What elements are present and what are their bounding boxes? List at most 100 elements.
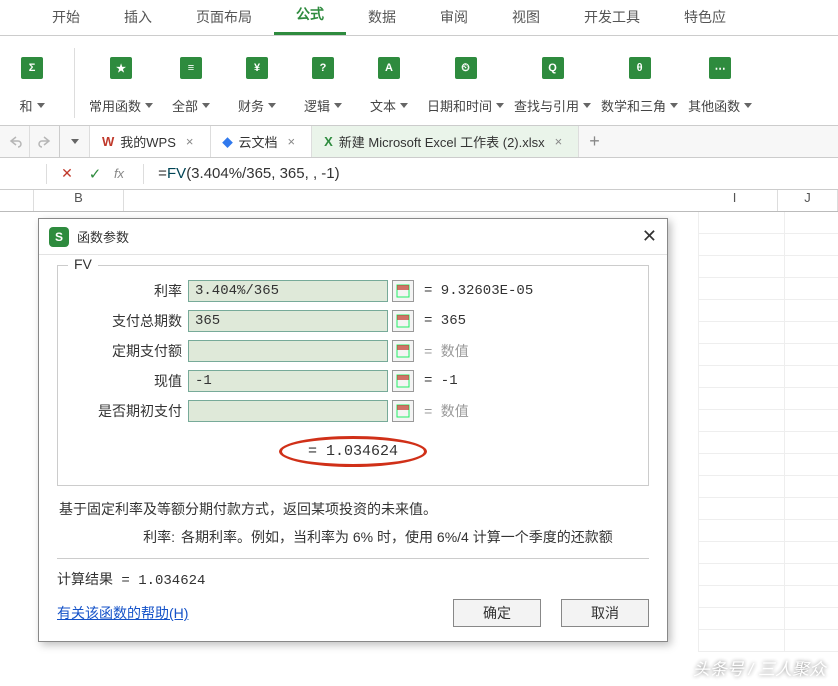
wps-logo-icon: S — [49, 227, 69, 247]
ribbon-icon: A — [378, 57, 400, 79]
chevron-down-icon — [496, 103, 504, 108]
chevron-down-icon — [71, 139, 79, 144]
ribbon-label: 和 — [19, 96, 32, 115]
ribbon-icon: ⏲ — [455, 57, 477, 79]
param-input[interactable] — [188, 340, 388, 362]
doc-tab-2[interactable]: X 新建 Microsoft Excel 工作表 (2).xlsx × — [312, 126, 579, 157]
tab-special[interactable]: 特色应 — [662, 0, 748, 35]
param-description: 利率: 各期利率。例如，当利率为 6% 时，使用 6%/4 计算一个季度的还款额 — [59, 526, 647, 550]
ribbon-icon: ⋯ — [709, 57, 731, 79]
tab-review[interactable]: 审阅 — [418, 0, 490, 35]
ribbon-tabs: 开始 插入 页面布局 公式 数据 审阅 视图 开发工具 特色应 — [0, 0, 838, 36]
ribbon-group-1[interactable]: ★ 常用函数 — [89, 46, 153, 119]
range-select-button[interactable] — [392, 400, 414, 422]
param-label: 是否期初支付 — [70, 401, 188, 421]
ribbon-icon: ? — [312, 57, 334, 79]
range-select-button[interactable] — [392, 370, 414, 392]
tab-insert[interactable]: 插入 — [102, 0, 174, 35]
param-row-0: 利率 3.404%/365 = 9.32603E-05 — [70, 276, 636, 306]
param-row-1: 支付总期数 365 = 365 — [70, 306, 636, 336]
accept-formula-button[interactable]: ✓ — [81, 165, 109, 183]
params-groupbox: FV 利率 3.404%/365 = 9.32603E-05 支付总期数 365… — [57, 265, 649, 486]
ribbon-label: 逻辑 — [304, 96, 330, 115]
col-B[interactable]: B — [34, 190, 124, 211]
ribbon-group-5[interactable]: A 文本 — [361, 46, 417, 119]
param-input[interactable]: 3.404%/365 — [188, 280, 388, 302]
ribbon-label: 常用函数 — [89, 96, 141, 115]
param-row-4: 是否期初支付 = 数值 — [70, 396, 636, 426]
close-icon[interactable]: × — [551, 134, 567, 149]
cancel-button[interactable]: 取消 — [561, 599, 649, 627]
ribbon-group-8[interactable]: θ 数学和三角 — [601, 46, 678, 119]
ribbon-icon: ¥ — [246, 57, 268, 79]
dialog-titlebar[interactable]: S 函数参数 ✕ — [39, 219, 667, 255]
ribbon-group-7[interactable]: Q 查找与引用 — [514, 46, 591, 119]
tab-dev[interactable]: 开发工具 — [562, 0, 662, 35]
tab-formula[interactable]: 公式 — [274, 0, 346, 35]
redo-button[interactable] — [30, 126, 60, 157]
chevron-down-icon — [145, 103, 153, 108]
ribbon-group-0[interactable]: Σ 和 — [4, 46, 60, 119]
range-select-button[interactable] — [392, 310, 414, 332]
ribbon-icon: Σ — [21, 57, 43, 79]
chevron-down-icon — [268, 103, 276, 108]
tab-data[interactable]: 数据 — [346, 0, 418, 35]
ribbon-group-2[interactable]: ≡ 全部 — [163, 46, 219, 119]
close-icon[interactable]: × — [284, 134, 300, 149]
param-result: = 数值 — [414, 341, 469, 361]
doc-tab-label: 云文档 — [239, 132, 278, 151]
param-input[interactable] — [188, 400, 388, 422]
param-input[interactable]: -1 — [188, 370, 388, 392]
ribbon-label: 其他函数 — [688, 96, 740, 115]
col-J[interactable]: J — [778, 190, 838, 211]
param-row-2: 定期支付额 = 数值 — [70, 336, 636, 366]
ribbon-group-6[interactable]: ⏲ 日期和时间 — [427, 46, 504, 119]
ribbon-group-9[interactable]: ⋯ 其他函数 — [688, 46, 752, 119]
chevron-down-icon — [37, 103, 45, 108]
range-select-button[interactable] — [392, 280, 414, 302]
ribbon-content: Σ 和 ★ 常用函数 ≡ 全部 ¥ 财务 ? 逻辑 A 文本 ⏲ 日期和时间 Q… — [0, 36, 838, 126]
range-select-button[interactable] — [392, 340, 414, 362]
close-icon[interactable]: ✕ — [642, 226, 657, 247]
function-description: 基于固定利率及等额分期付款方式，返回某项投资的未来值。 — [59, 498, 647, 520]
param-input[interactable]: 365 — [188, 310, 388, 332]
param-label: 利率 — [70, 281, 188, 301]
column-headers: B I J — [0, 190, 838, 212]
ribbon-label: 财务 — [238, 96, 264, 115]
ribbon-icon: Q — [542, 57, 564, 79]
param-result: = -1 — [414, 373, 458, 389]
ok-button[interactable]: 确定 — [453, 599, 541, 627]
close-icon[interactable]: × — [182, 134, 198, 149]
fx-button[interactable]: fx — [109, 166, 137, 181]
doc-tabs: W 我的WPS ×◆ 云文档 ×X 新建 Microsoft Excel 工作表… — [0, 126, 838, 158]
param-label: 支付总期数 — [70, 311, 188, 331]
chevron-down-icon — [202, 103, 210, 108]
formula-input[interactable]: =FV(3.404%/365, 365, , -1) — [150, 165, 340, 183]
dialog-title: 函数参数 — [77, 227, 129, 246]
chevron-down-icon — [400, 103, 408, 108]
dropdown-button[interactable] — [60, 126, 90, 157]
cancel-formula-button[interactable]: ✕ — [53, 165, 81, 182]
col-I[interactable]: I — [692, 190, 778, 211]
ribbon-icon: ★ — [110, 57, 132, 79]
grid-cells — [698, 212, 838, 686]
doc-tab-label: 新建 Microsoft Excel 工作表 (2).xlsx — [339, 132, 545, 151]
ribbon-group-4[interactable]: ? 逻辑 — [295, 46, 351, 119]
tab-layout[interactable]: 页面布局 — [174, 0, 274, 35]
ribbon-group-3[interactable]: ¥ 财务 — [229, 46, 285, 119]
ribbon-icon: ≡ — [180, 57, 202, 79]
undo-button[interactable] — [0, 126, 30, 157]
new-tab-button[interactable]: + — [579, 131, 610, 152]
help-link[interactable]: 有关该函数的帮助(H) — [57, 603, 188, 623]
chevron-down-icon — [334, 103, 342, 108]
chevron-down-icon — [744, 103, 752, 108]
tab-view[interactable]: 视图 — [490, 0, 562, 35]
ribbon-icon: θ — [629, 57, 651, 79]
ribbon-label: 全部 — [172, 96, 198, 115]
function-name: FV — [68, 256, 98, 272]
doc-tab-0[interactable]: W 我的WPS × — [90, 126, 211, 157]
tab-start[interactable]: 开始 — [30, 0, 102, 35]
doc-tab-icon: X — [324, 134, 333, 149]
param-result: = 9.32603E-05 — [414, 283, 533, 299]
doc-tab-1[interactable]: ◆ 云文档 × — [211, 126, 313, 157]
